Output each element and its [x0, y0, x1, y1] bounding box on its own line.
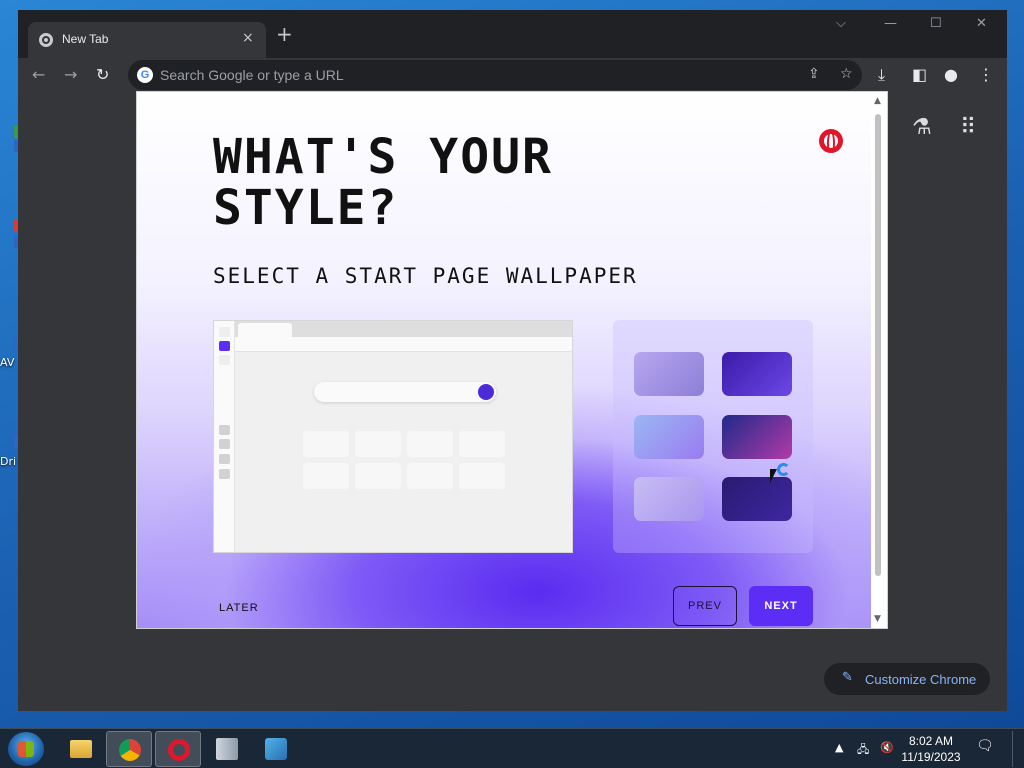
desktop-icon-drive-label[interactable]: Dri: [0, 455, 18, 468]
opera-onboarding-dialog: WHAT'S YOUR STYLE? SELECT A START PAGE W…: [136, 91, 888, 629]
subheading: SELECT A START PAGE WALLPAPER: [213, 264, 638, 288]
preview-speed-dial: [303, 431, 349, 457]
scrollbar-thumb[interactable]: [875, 114, 881, 576]
opera-logo-icon: [819, 129, 843, 155]
reload-icon[interactable]: ↻: [96, 65, 109, 84]
taskbar-chrome[interactable]: [106, 731, 152, 767]
download-icon[interactable]: ⤓: [878, 65, 885, 85]
chrome-favicon-icon: [39, 33, 53, 47]
forward-arrow-icon[interactable]: →: [64, 65, 77, 84]
omnibox[interactable]: G Search Google or type a URL ⇪ ☆: [128, 60, 862, 90]
loading-spinner-icon: [777, 463, 790, 476]
tab-new-tab[interactable]: New Tab ×: [28, 22, 266, 58]
wallpaper-picker: [613, 320, 813, 553]
toolbar: ← → ↻ G Search Google or type a URL ⇪ ☆ …: [18, 58, 1007, 92]
tab-strip: New Tab × + ⌵ — ☐ ✕: [18, 10, 1007, 58]
preview-speed-dial: [407, 431, 453, 457]
preview-speed-dial: [355, 431, 401, 457]
volume-muted-icon[interactable]: 🔇: [880, 741, 894, 754]
scroll-down-icon[interactable]: ▼: [874, 614, 881, 624]
network-icon[interactable]: 🖧: [857, 741, 869, 760]
close-window-button[interactable]: ✕: [976, 16, 987, 31]
share-icon[interactable]: ⇪: [808, 66, 820, 82]
opera-taskbar-icon: [168, 739, 190, 761]
profile-icon[interactable]: ●: [944, 65, 958, 84]
taskbar-file-explorer[interactable]: [58, 731, 104, 767]
side-panel-icon[interactable]: ◧: [912, 65, 927, 84]
taskbar-opera[interactable]: [155, 731, 201, 767]
wallpaper-option-lavender-mist[interactable]: [634, 477, 704, 521]
taskbar-setup-app[interactable]: [253, 731, 299, 767]
pencil-icon: ✎: [842, 670, 853, 685]
wallpaper-option-dark-aurora[interactable]: [722, 415, 792, 459]
show-hidden-icons[interactable]: ▲: [835, 741, 843, 754]
tab-title: New Tab: [62, 32, 109, 46]
chrome-logo-icon: [119, 739, 141, 761]
new-tab-button[interactable]: +: [276, 22, 293, 46]
mouse-cursor-icon: [770, 469, 777, 483]
preview-address-bar: [235, 337, 572, 352]
maximize-button[interactable]: ☐: [930, 16, 942, 31]
clock-time: 8:02 AM: [908, 734, 954, 748]
taskbar: ▲ 🖧 🔇 8:02 AM 11/19/2023 🗨: [0, 728, 1024, 768]
preview-speed-dial: [459, 463, 505, 489]
clock[interactable]: 8:02 AM 11/19/2023: [898, 733, 964, 765]
tab-search-icon[interactable]: ⌵: [836, 16, 846, 31]
next-button[interactable]: NEXT: [749, 586, 813, 626]
preview-search-box: [314, 382, 496, 402]
close-tab-icon[interactable]: ×: [242, 30, 254, 46]
preview-speed-dial: [355, 463, 401, 489]
bookmark-star-icon[interactable]: ☆: [840, 66, 853, 82]
installer-icon: [216, 738, 238, 760]
desktop-icon-av-label[interactable]: AV: [0, 356, 18, 369]
action-center-icon[interactable]: 🗨: [976, 738, 994, 754]
google-logo-icon: G: [137, 67, 153, 83]
preview-sidebar: [214, 321, 235, 552]
prev-button[interactable]: PREV: [673, 586, 737, 626]
wallpaper-option-deep-violet[interactable]: [722, 477, 792, 521]
scroll-up-icon[interactable]: ▲: [874, 96, 881, 106]
start-button[interactable]: [8, 732, 44, 766]
wallpaper-option-lilac-waves[interactable]: [634, 352, 704, 396]
menu-kebab-icon[interactable]: ⋮: [978, 65, 994, 84]
start-page-preview: [213, 320, 573, 553]
headline: WHAT'S YOUR STYLE?: [213, 129, 553, 236]
preview-speed-dial: [303, 463, 349, 489]
show-desktop-button[interactable]: [1012, 731, 1022, 767]
back-arrow-icon[interactable]: ←: [32, 65, 45, 84]
preview-speed-dial: [459, 431, 505, 457]
omnibox-placeholder[interactable]: Search Google or type a URL: [160, 67, 344, 83]
taskbar-installer[interactable]: [204, 731, 250, 767]
preview-speed-dial: [407, 463, 453, 489]
wallpaper-option-purple-swirl[interactable]: [722, 352, 792, 396]
customize-chrome-button[interactable]: ✎ Customize Chrome: [824, 663, 990, 695]
labs-flask-icon[interactable]: ⚗: [912, 115, 932, 140]
wallpaper-option-blue-haze[interactable]: [634, 415, 704, 459]
dialog-scrollbar[interactable]: ▲ ▼: [871, 92, 887, 628]
later-button[interactable]: LATER: [219, 602, 259, 614]
minimize-button[interactable]: —: [884, 16, 897, 31]
folder-icon: [70, 740, 92, 758]
clock-date: 11/19/2023: [901, 750, 961, 764]
customize-chrome-label: Customize Chrome: [865, 672, 977, 687]
setup-app-icon: [265, 738, 287, 760]
apps-grid-icon[interactable]: ⠿: [960, 115, 976, 140]
preview-tab-strip: [235, 321, 572, 337]
